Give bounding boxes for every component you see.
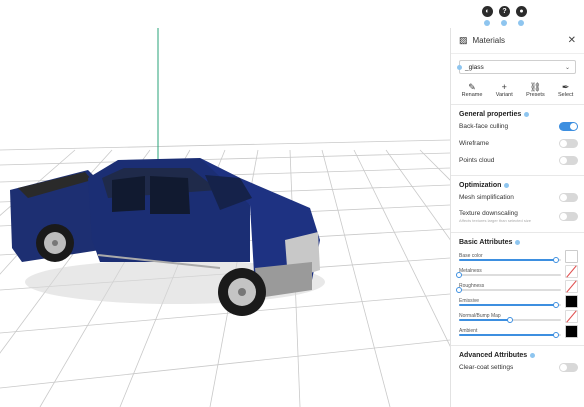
slider-row: Normal/Bump Map <box>451 309 584 324</box>
advanced-attributes-title: Advanced Attributes <box>451 352 584 359</box>
wireframe-toggle[interactable] <box>559 139 578 148</box>
slider-track[interactable] <box>459 256 561 263</box>
materials-icon: ▨ <box>459 35 468 45</box>
slider-col: Metalness <box>456 267 561 278</box>
color-swatch[interactable] <box>565 280 578 293</box>
slider-col: Roughness <box>456 282 561 293</box>
slider-track[interactable] <box>459 316 561 323</box>
slider-label: Ambient <box>459 327 478 334</box>
basic-attributes-title: Basic Attributes <box>451 239 584 246</box>
slider-col: Emissive <box>459 297 561 308</box>
basic-attributes-sliders: Base color Metalness Roughness Emissive Norm… <box>451 249 584 339</box>
texture-label-group: Texture downscaling Affects textures lar… <box>459 210 531 223</box>
slider-knob[interactable] <box>552 256 559 263</box>
texture-toggle[interactable] <box>559 211 578 221</box>
clearcoat-row: Clear-coat settings <box>451 359 584 376</box>
variant-label: Variant <box>495 92 513 98</box>
rename-button[interactable]: ✎ Rename <box>462 82 483 98</box>
slider-label: Metalness <box>459 267 482 274</box>
color-swatch[interactable] <box>565 325 578 338</box>
mesh-toggle[interactable] <box>559 193 578 202</box>
viewer-toolbar: ◐ ? ● <box>482 6 527 26</box>
slider-track[interactable] <box>456 286 561 293</box>
user-icon[interactable]: ● <box>516 6 527 26</box>
slider-row: Ambient <box>451 324 584 339</box>
slider-knob[interactable] <box>552 331 559 338</box>
wireframe-label: Wireframe <box>459 140 489 147</box>
slider-row: Metalness <box>451 264 584 279</box>
points-toggle[interactable] <box>559 156 578 165</box>
slider-label: Base color <box>459 252 483 259</box>
mesh-label: Mesh simplification <box>459 194 514 201</box>
eyedropper-icon: ✒ <box>561 82 570 92</box>
slider-col: Normal/Bump Map <box>459 313 561 323</box>
variant-button[interactable]: + Variant <box>496 82 513 98</box>
presets-label: Presets <box>526 92 545 98</box>
slider-fill <box>459 258 556 261</box>
slider-knob[interactable] <box>456 271 462 278</box>
slider-col: Base color <box>459 252 561 263</box>
truck-model <box>10 158 325 316</box>
chevron-down-icon: ⌄ <box>564 64 570 71</box>
slider-col: Ambient <box>459 327 561 338</box>
backface-toggle[interactable] <box>559 122 578 131</box>
3d-scene[interactable] <box>0 0 450 407</box>
backface-label: Back-face culling <box>459 123 509 130</box>
texture-downscaling-row: Texture downscaling Affects textures lar… <box>451 206 584 226</box>
slider-knob[interactable] <box>552 301 559 308</box>
slider-row: Emissive <box>451 294 584 309</box>
slider-track[interactable] <box>456 271 561 278</box>
material-value: _glass <box>465 63 484 71</box>
points-cloud-row: Points cloud <box>451 152 584 169</box>
link-icon: ⛓ <box>529 82 542 92</box>
slider-fill <box>459 303 556 306</box>
slider-row: Base color <box>451 249 584 264</box>
3d-viewport[interactable] <box>0 0 450 407</box>
color-swatch[interactable] <box>565 295 578 308</box>
clearcoat-label: Clear-coat settings <box>459 364 514 371</box>
slider-label: Emissive <box>459 297 480 304</box>
points-label: Points cloud <box>459 157 495 164</box>
pencil-icon: ✎ <box>468 82 476 92</box>
info-icon <box>504 183 510 188</box>
slider-track[interactable] <box>459 331 561 338</box>
slider-fill <box>459 333 556 336</box>
slider-fill <box>459 318 510 321</box>
texture-note: Affects textures larger than selected si… <box>459 217 531 223</box>
mesh-simplification-row: Mesh simplification <box>451 189 584 206</box>
select-label: Select <box>558 92 574 98</box>
clearcoat-toggle[interactable] <box>559 363 578 372</box>
material-actions: ✎ Rename + Variant ⛓ Presets ✒ Select <box>451 82 584 98</box>
color-swatch[interactable] <box>565 310 578 323</box>
presets-button[interactable]: ⛓ Presets <box>526 82 545 98</box>
slider-track[interactable] <box>459 301 561 308</box>
help-icon[interactable]: ? <box>499 6 510 26</box>
optimization-title: Optimization <box>451 182 584 189</box>
rename-label: Rename <box>461 92 483 98</box>
panel-header: ▨ Materials ✕ <box>451 28 584 54</box>
slider-knob[interactable] <box>456 286 462 293</box>
close-icon[interactable]: ✕ <box>568 35 576 46</box>
info-icon <box>515 240 521 245</box>
wireframe-row: Wireframe <box>451 135 584 152</box>
plus-icon: + <box>501 82 507 92</box>
info-icon <box>524 112 530 117</box>
info-icon <box>530 353 536 358</box>
color-swatch[interactable] <box>565 250 578 263</box>
backface-culling-row: Back-face culling <box>451 118 584 135</box>
texture-label: Texture downscaling <box>459 209 518 217</box>
contrast-icon[interactable]: ◐ <box>482 6 493 26</box>
materials-panel: ▨ Materials ✕ _glass ⌄ ✎ Rename + Varian… <box>450 28 584 407</box>
slider-knob[interactable] <box>507 316 513 323</box>
select-button[interactable]: ✒ Select <box>558 82 573 98</box>
material-dropdown[interactable]: _glass ⌄ <box>457 60 576 74</box>
slider-label: Roughness <box>459 282 485 289</box>
info-dot <box>457 65 462 70</box>
slider-row: Roughness <box>451 279 584 294</box>
general-properties-title: General properties <box>451 111 584 118</box>
color-swatch[interactable] <box>565 265 578 278</box>
panel-title: Materials <box>472 36 505 45</box>
